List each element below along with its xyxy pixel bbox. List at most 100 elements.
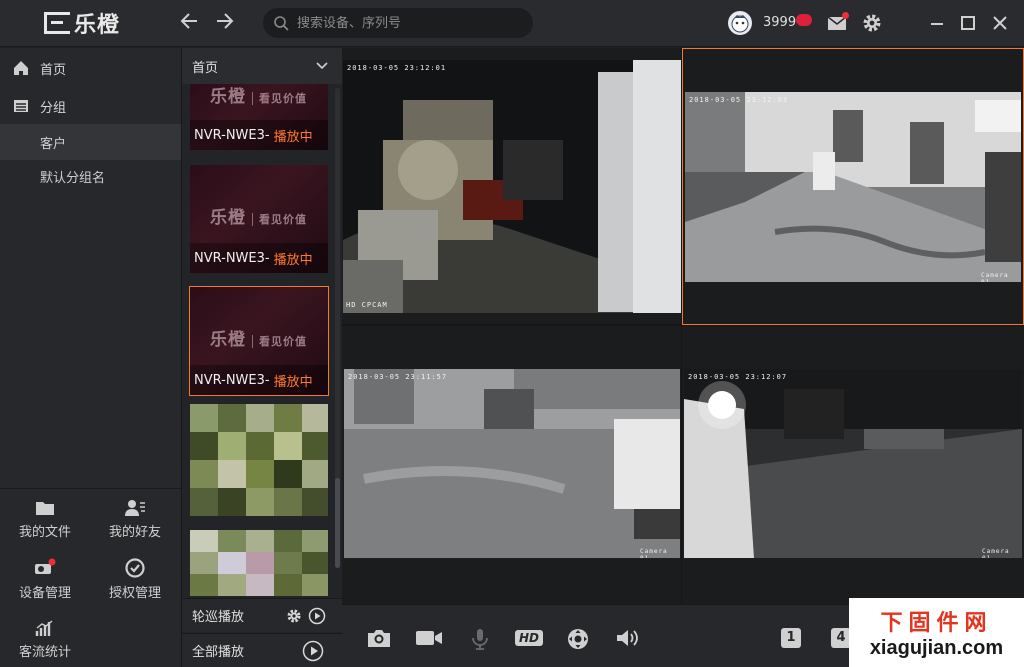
maximize-icon[interactable] [957, 12, 979, 34]
tool-label: 我的文件 [18, 524, 71, 540]
device-list-scroll-thumb[interactable] [335, 478, 340, 568]
stats-icon [35, 619, 53, 636]
notification-badge [796, 14, 812, 26]
patrol-play-icon[interactable] [308, 607, 326, 625]
watermark-line-1: 下固件网 [880, 611, 993, 636]
device-list-header[interactable]: 首页 [182, 48, 343, 84]
search-box[interactable] [263, 8, 533, 38]
hd-quality-button[interactable]: HD [514, 627, 544, 649]
device-thumb-selected[interactable]: 乐橙 看见价值 NVR-NWE3- 播放中 [189, 286, 329, 396]
sidebar-item-label: 默认分组名 [40, 170, 106, 186]
device-thumb-pixelated[interactable] [190, 404, 328, 516]
video-timestamp: 2018-03-05 23:12:03 [689, 96, 789, 104]
video-feed-yard: 2018-03-05 23:11:57 Camera 01 [344, 369, 680, 558]
device-manage-icon [35, 558, 56, 574]
list-icon [14, 100, 28, 112]
device-thumb-pixelated[interactable] [190, 530, 328, 596]
sidebar-tools: 我的文件 我的好友 设备管理 授权管理 客流统计 [0, 488, 181, 667]
thumb-brand-text: 乐橙 [210, 87, 246, 107]
play-all-icon[interactable] [302, 640, 324, 662]
video-feed-courtyard: 2018-03-05 23:12:03 Camera 01 [685, 92, 1021, 282]
settings-gear-icon[interactable] [861, 12, 883, 34]
device-name: NVR-NWE3- [194, 250, 270, 266]
hd-label: HD [518, 631, 539, 645]
thumb-brand: 乐橙 看见价值 [210, 325, 307, 350]
tool-label: 设备管理 [18, 585, 71, 601]
device-status: 播放中 [273, 252, 313, 268]
device-status: 播放中 [273, 374, 313, 390]
thumb-brand-tag: 看见价值 [252, 335, 307, 348]
video-feed-night-road: 2018-03-05 23:12:07 Camera 01 [684, 369, 1022, 558]
minimize-icon[interactable] [926, 12, 948, 34]
home-icon [14, 61, 28, 75]
video-grid: 2018-03-05 23:12:01 HD CPCAM 2018-03-05 … [342, 48, 1024, 604]
patrol-play-label: 轮巡播放 [192, 610, 245, 625]
video-cell-2[interactable]: 2018-03-05 23:12:03 Camera 01 [682, 48, 1024, 325]
device-thumb[interactable]: 乐橙 看见价值 NVR-NWE3- 播放中 [190, 84, 328, 150]
thumb-brand-tag: 看见价值 [252, 213, 307, 226]
user-avatar[interactable] [728, 11, 752, 35]
sidebar-item-group[interactable]: 分组 [0, 88, 181, 124]
video-caption: HD CPCAM [346, 301, 388, 309]
username[interactable]: 3999 [763, 15, 796, 30]
forward-arrow-icon[interactable] [212, 10, 236, 34]
play-all-bar: 全部播放 [182, 633, 343, 667]
video-cell-3[interactable]: 2018-03-05 23:11:57 Camera 01 [342, 326, 681, 604]
video-timestamp: 2018-03-05 23:12:01 [347, 64, 447, 72]
video-caption: Camera 01 [981, 272, 1009, 282]
chevron-down-icon [316, 62, 328, 70]
patrol-play-bar: 轮巡播放 [182, 598, 343, 632]
device-name: NVR-NWE3- [194, 127, 270, 143]
search-icon [274, 16, 289, 31]
traffic-stats-button[interactable]: 客流统计 [0, 609, 90, 667]
device-thumb[interactable]: 乐橙 看见价值 NVR-NWE3- 播放中 [190, 165, 328, 273]
device-status: 播放中 [273, 129, 313, 145]
thumb-brand: 乐橙 看见价值 [210, 84, 307, 107]
folder-icon [36, 501, 54, 515]
microphone-icon[interactable] [468, 627, 494, 650]
ptz-direction-icon[interactable] [566, 627, 592, 649]
snapshot-camera-icon[interactable] [366, 627, 392, 649]
search-input[interactable] [297, 15, 517, 31]
sidebar-item-label: 客户 [40, 136, 67, 152]
back-arrow-icon[interactable] [178, 10, 202, 34]
mail-unread-dot [842, 12, 849, 19]
device-name: NVR-NWE3- [194, 372, 270, 388]
tool-label: 授权管理 [108, 585, 161, 601]
patrol-settings-gear-icon[interactable] [286, 608, 302, 624]
video-timestamp: 2018-03-05 23:11:57 [348, 373, 448, 381]
record-video-icon[interactable] [415, 627, 442, 649]
thumb-caption: NVR-NWE3- 播放中 [190, 120, 328, 150]
sidebar-item-home[interactable]: 首页 [0, 50, 181, 86]
video-caption: Camera 01 [640, 548, 668, 558]
device-list-panel: 首页 乐橙 看见价值 NVR-NWE3- 播放中 乐橙 看见价值 NVR-NWE3-… [181, 48, 343, 667]
device-list-title: 首页 [192, 60, 219, 76]
left-sidebar: 首页 分组 客户 默认分组名 我的文件 我的好友 设备管理 授权管理 客流统计 [0, 48, 181, 667]
auth-manage-icon [125, 557, 145, 578]
layout-1-label: 1 [786, 630, 796, 645]
thumb-caption: NVR-NWE3- 播放中 [190, 365, 328, 395]
volume-icon[interactable] [615, 627, 641, 649]
mail-icon[interactable] [826, 12, 849, 34]
thumb-caption: NVR-NWE3- 播放中 [190, 243, 328, 273]
sidebar-item-customer[interactable]: 客户 [0, 124, 181, 160]
app-logo: 乐橙 [44, 9, 121, 38]
close-icon[interactable] [989, 12, 1011, 34]
sidebar-item-label: 分组 [40, 100, 67, 116]
my-files-button[interactable]: 我的文件 [0, 489, 90, 549]
device-manage-button[interactable]: 设备管理 [0, 549, 90, 609]
sidebar-item-default-group[interactable]: 默认分组名 [0, 158, 181, 194]
title-bar: 乐橙 3999 [0, 0, 1024, 47]
video-feed-storage: 2018-03-05 23:12:01 HD CPCAM [343, 60, 681, 313]
video-cell-4[interactable]: 2018-03-05 23:12:07 Camera 01 [682, 326, 1024, 604]
layout-1-button[interactable]: 1 [780, 627, 802, 649]
logo-text: 乐橙 [74, 13, 121, 38]
video-caption: Camera 01 [982, 548, 1010, 558]
logo-mark-icon [44, 12, 70, 34]
my-friends-button[interactable]: 我的好友 [90, 489, 180, 549]
auth-manage-button[interactable]: 授权管理 [90, 549, 180, 609]
video-cell-1[interactable]: 2018-03-05 23:12:01 HD CPCAM [342, 48, 681, 324]
thumb-brand-text: 乐橙 [210, 208, 246, 228]
thumb-brand-tag: 看见价值 [252, 92, 307, 105]
site-watermark: 下固件网 xiagujian.com [849, 598, 1024, 667]
